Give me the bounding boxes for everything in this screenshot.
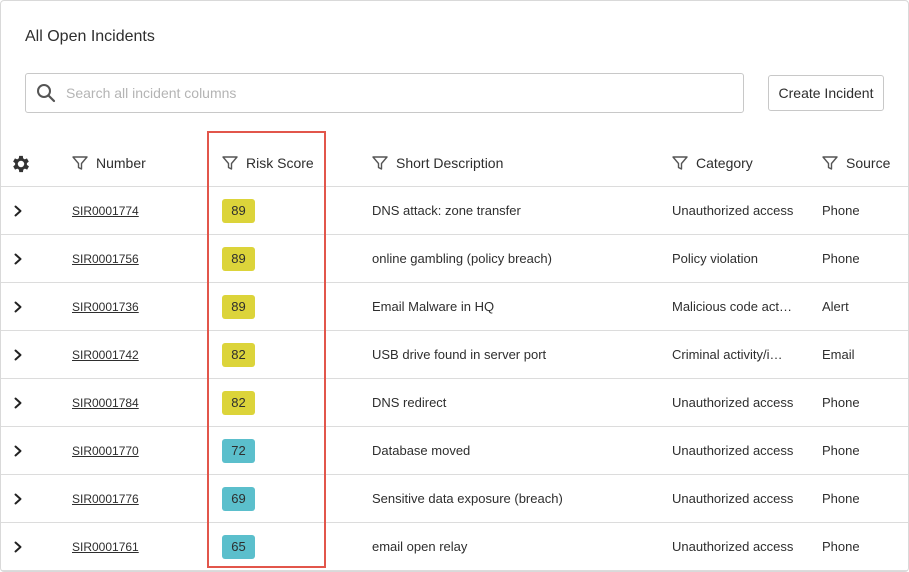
risk-score-badge: 82 xyxy=(222,343,255,367)
source: Phone xyxy=(822,443,860,458)
source: Alert xyxy=(822,299,849,314)
search-box[interactable] xyxy=(25,73,744,113)
table-row[interactable]: SIR0001770 72 Database moved Unauthorize… xyxy=(1,427,908,475)
column-header-number[interactable]: Number xyxy=(71,153,146,173)
column-label: Risk Score xyxy=(246,155,314,171)
source: Phone xyxy=(822,251,860,266)
risk-score-badge: 89 xyxy=(222,247,255,271)
category: Malicious code act… xyxy=(672,299,792,314)
short-description: DNS attack: zone transfer xyxy=(372,203,521,218)
filter-icon[interactable] xyxy=(371,154,389,172)
risk-score-badge: 65 xyxy=(222,535,255,559)
column-header-category[interactable]: Category xyxy=(671,153,753,173)
filter-icon[interactable] xyxy=(671,154,689,172)
category: Unauthorized access xyxy=(672,539,794,554)
source: Phone xyxy=(822,491,860,506)
table-row[interactable]: SIR0001736 89 Email Malware in HQ Malici… xyxy=(1,283,908,331)
column-label: Source xyxy=(846,155,891,171)
chevron-right-icon[interactable] xyxy=(11,300,25,314)
chevron-right-icon[interactable] xyxy=(11,252,25,266)
table-row[interactable]: SIR0001761 65 email open relay Unauthori… xyxy=(1,523,908,571)
search-icon xyxy=(37,84,56,103)
column-header-source[interactable]: Source xyxy=(821,153,890,173)
column-label: Category xyxy=(696,155,753,171)
gear-icon[interactable] xyxy=(10,153,32,175)
chevron-right-icon[interactable] xyxy=(11,396,25,410)
table-row[interactable]: SIR0001774 89 DNS attack: zone transfer … xyxy=(1,187,908,235)
incident-number-link[interactable]: SIR0001736 xyxy=(72,300,139,314)
source: Email xyxy=(822,347,855,362)
incident-number-link[interactable]: SIR0001770 xyxy=(72,444,139,458)
incident-number-link[interactable]: SIR0001774 xyxy=(72,204,139,218)
short-description: online gambling (policy breach) xyxy=(372,251,552,266)
table-row[interactable]: SIR0001776 69 Sensitive data exposure (b… xyxy=(1,475,908,523)
short-description: Email Malware in HQ xyxy=(372,299,495,314)
risk-score-badge: 72 xyxy=(222,439,255,463)
chevron-right-icon[interactable] xyxy=(11,348,25,362)
chevron-right-icon[interactable] xyxy=(11,444,25,458)
table-body: SIR0001774 89 DNS attack: zone transfer … xyxy=(1,187,908,571)
filter-icon[interactable] xyxy=(821,154,839,172)
short-description: email open relay xyxy=(372,539,468,554)
risk-score-badge: 82 xyxy=(222,391,255,415)
incidents-table: Number Risk Score Short Description Cate… xyxy=(1,139,908,571)
filter-icon[interactable] xyxy=(71,154,89,172)
column-header-short-description[interactable]: Short Description xyxy=(371,153,503,173)
column-label: Short Description xyxy=(396,155,504,171)
category: Policy violation xyxy=(672,251,758,266)
category: Unauthorized access xyxy=(672,395,794,410)
category: Criminal activity/i… xyxy=(672,347,783,362)
filter-icon[interactable] xyxy=(221,154,239,172)
incident-number-link[interactable]: SIR0001784 xyxy=(72,396,139,410)
category: Unauthorized access xyxy=(672,203,794,218)
search-input[interactable] xyxy=(66,74,736,112)
table-row[interactable]: SIR0001756 89 online gambling (policy br… xyxy=(1,235,908,283)
incident-number-link[interactable]: SIR0001776 xyxy=(72,492,139,506)
chevron-right-icon[interactable] xyxy=(11,492,25,506)
incident-number-link[interactable]: SIR0001742 xyxy=(72,348,139,362)
short-description: Database moved xyxy=(372,443,471,458)
risk-score-badge: 89 xyxy=(222,199,255,223)
page-title: All Open Incidents xyxy=(25,28,155,45)
short-description: USB drive found in server port xyxy=(372,347,547,362)
source: Phone xyxy=(822,539,860,554)
short-description: Sensitive data exposure (breach) xyxy=(372,491,563,506)
column-header-risk-score[interactable]: Risk Score xyxy=(221,153,314,173)
table-row[interactable]: SIR0001742 82 USB drive found in server … xyxy=(1,331,908,379)
source: Phone xyxy=(822,395,860,410)
chevron-right-icon[interactable] xyxy=(11,204,25,218)
risk-score-badge: 69 xyxy=(222,487,255,511)
table-row[interactable]: SIR0001784 82 DNS redirect Unauthorized … xyxy=(1,379,908,427)
incident-number-link[interactable]: SIR0001756 xyxy=(72,252,139,266)
risk-score-badge: 89 xyxy=(222,295,255,319)
incident-number-link[interactable]: SIR0001761 xyxy=(72,540,139,554)
category: Unauthorized access xyxy=(672,491,794,506)
short-description: DNS redirect xyxy=(372,395,447,410)
category: Unauthorized access xyxy=(672,443,794,458)
source: Phone xyxy=(822,203,860,218)
column-label: Number xyxy=(96,155,146,171)
chevron-right-icon[interactable] xyxy=(11,540,25,554)
create-incident-button[interactable]: Create Incident xyxy=(768,75,884,111)
table-header: Number Risk Score Short Description Cate… xyxy=(1,139,908,187)
